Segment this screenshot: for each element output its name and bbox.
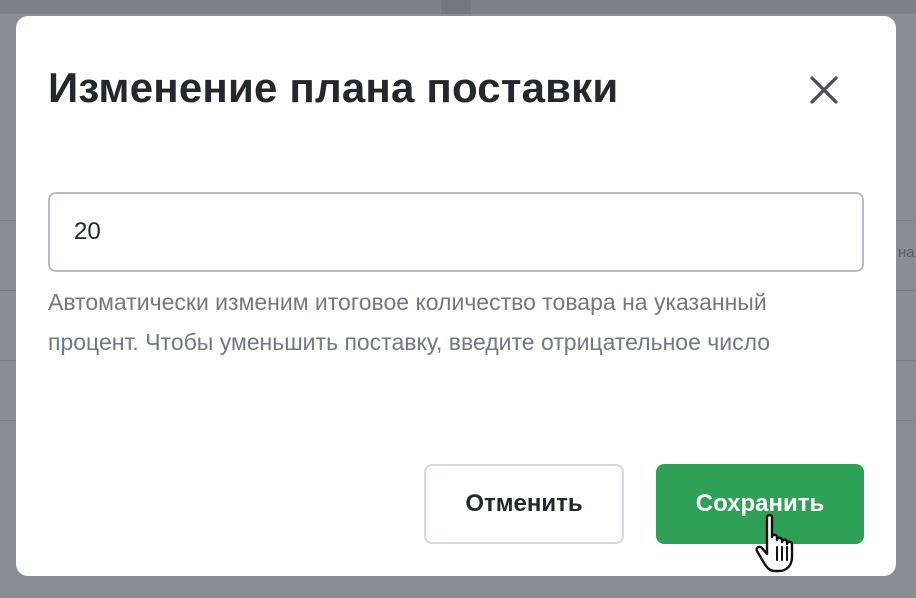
background-header: [0, 0, 916, 14]
helper-text: Автоматически изменим итоговое количеств…: [48, 289, 771, 355]
percent-input[interactable]: [48, 192, 864, 272]
background-header-notch: [441, 0, 471, 14]
background-column-fragment: на: [898, 244, 915, 261]
close-button[interactable]: [802, 68, 846, 112]
edit-supply-plan-dialog: Изменение плана поставки Автоматически и…: [16, 16, 896, 576]
cancel-button[interactable]: Отменить: [424, 464, 624, 544]
save-button[interactable]: Сохранить: [656, 464, 864, 544]
dialog-title: Изменение плана поставки: [48, 64, 619, 111]
close-icon: [810, 76, 838, 104]
